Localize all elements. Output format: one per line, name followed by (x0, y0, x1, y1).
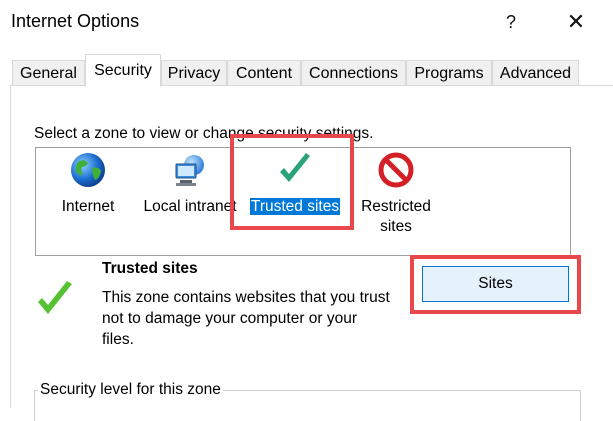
trusted-checkmark-icon (38, 281, 72, 314)
tab-strip: General Security Privacy Content Connect… (0, 52, 613, 87)
tab-connections[interactable]: Connections (301, 60, 406, 85)
tab-security[interactable]: Security (85, 54, 161, 87)
zone-label: Internet (61, 198, 115, 215)
restricted-icon (378, 152, 414, 188)
tab-general[interactable]: General (12, 60, 85, 85)
sites-button[interactable]: Sites (422, 266, 569, 302)
help-button[interactable]: ? (496, 8, 526, 36)
zone-label: Restricted (361, 198, 431, 215)
tab-privacy[interactable]: Privacy (161, 60, 227, 85)
intranet-icon (175, 155, 204, 186)
security-level-label: Security level for this zone (38, 381, 223, 399)
tab-content[interactable]: Content (227, 60, 301, 85)
zone-local-intranet[interactable]: Local intranet (136, 148, 244, 217)
globe-icon (71, 153, 105, 187)
zone-label-line2: sites (380, 218, 412, 235)
title-bar: Internet Options ? ✕ (0, 0, 613, 44)
window-title: Internet Options (11, 11, 140, 31)
tab-programs[interactable]: Programs (406, 60, 492, 85)
zone-label: Local intranet (143, 198, 237, 215)
zone-restricted-sites[interactable]: Restricted sites (348, 148, 444, 237)
highlight-box-trusted-sites (230, 134, 354, 230)
zone-description-text: This zone contains websites that you tru… (102, 289, 390, 348)
zone-description-title: Trusted sites (102, 260, 198, 277)
close-button[interactable]: ✕ (561, 8, 591, 36)
tab-advanced[interactable]: Advanced (492, 60, 579, 85)
zone-internet[interactable]: Internet (46, 148, 130, 217)
